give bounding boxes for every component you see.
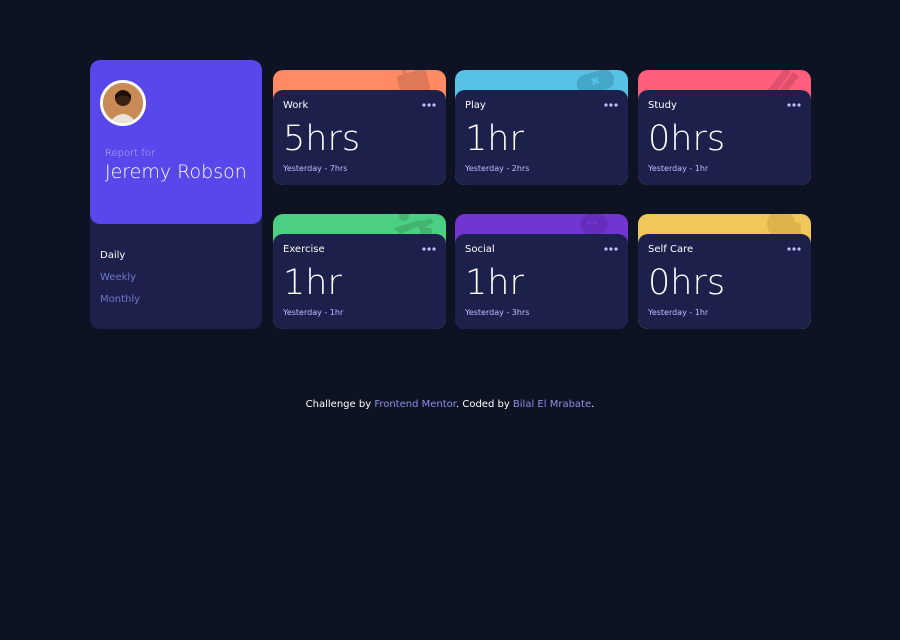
card-study: Study 0hrs Yesterday - 1hr: [638, 70, 811, 185]
card-work: Work 5hrs Yesterday - 7hrs: [273, 70, 446, 185]
current-hours: 0hrs: [648, 119, 726, 159]
current-hours: 1hr: [465, 119, 524, 159]
current-hours: 5hrs: [283, 119, 361, 159]
ellipsis-icon[interactable]: [422, 245, 436, 253]
time-tracking-dashboard: Report for Jeremy Robson Daily Weekly Mo…: [90, 60, 811, 330]
card-exercise: Exercise 1hr Yesterday - 1hr: [273, 214, 446, 329]
previous-hours: Yesterday - 2hrs: [465, 164, 530, 173]
previous-hours: Yesterday - 1hr: [283, 308, 344, 317]
card-title: Work: [283, 100, 309, 111]
footer-middle: . Coded by: [455, 399, 510, 410]
avatar: [100, 80, 146, 126]
card-body[interactable]: Study 0hrs Yesterday - 1hr: [638, 90, 811, 185]
previous-hours: Yesterday - 7hrs: [283, 164, 348, 173]
period-selector: Daily Weekly Monthly: [100, 249, 140, 315]
profile-header: Report for Jeremy Robson: [90, 60, 262, 224]
footer-suffix: .: [591, 399, 595, 410]
period-monthly[interactable]: Monthly: [100, 293, 140, 315]
card-play: Play 1hr Yesterday - 2hrs: [455, 70, 628, 185]
previous-hours: Yesterday - 3hrs: [465, 308, 530, 317]
card-body[interactable]: Work 5hrs Yesterday - 7hrs: [273, 90, 446, 185]
card-body[interactable]: Social 1hr Yesterday - 3hrs: [455, 234, 628, 329]
card-title: Social: [465, 244, 495, 255]
footer-prefix: Challenge by: [305, 399, 372, 410]
current-hours: 0hrs: [648, 263, 726, 303]
ellipsis-icon[interactable]: [604, 101, 618, 109]
attribution-footer: Challenge by Frontend Mentor. Coded by B…: [0, 399, 900, 410]
user-name: Jeremy Robson: [105, 161, 247, 183]
current-hours: 1hr: [283, 263, 342, 303]
card-social: Social 1hr Yesterday - 3hrs: [455, 214, 628, 329]
period-weekly[interactable]: Weekly: [100, 271, 140, 293]
ellipsis-icon[interactable]: [787, 245, 801, 253]
previous-hours: Yesterday - 1hr: [648, 308, 709, 317]
ellipsis-icon[interactable]: [604, 245, 618, 253]
ellipsis-icon[interactable]: [787, 101, 801, 109]
card-body[interactable]: Exercise 1hr Yesterday - 1hr: [273, 234, 446, 329]
card-title: Play: [465, 100, 486, 111]
author-link[interactable]: Bilal El Mrabate: [513, 399, 591, 410]
card-body[interactable]: Play 1hr Yesterday - 2hrs: [455, 90, 628, 185]
card-self-care: Self Care 0hrs Yesterday - 1hr: [638, 214, 811, 329]
profile-card: Report for Jeremy Robson Daily Weekly Mo…: [90, 60, 262, 329]
card-title: Study: [648, 100, 677, 111]
current-hours: 1hr: [465, 263, 524, 303]
report-for-label: Report for: [105, 148, 156, 159]
previous-hours: Yesterday - 1hr: [648, 164, 709, 173]
period-daily[interactable]: Daily: [100, 249, 140, 271]
card-body[interactable]: Self Care 0hrs Yesterday - 1hr: [638, 234, 811, 329]
ellipsis-icon[interactable]: [422, 101, 436, 109]
card-title: Self Care: [648, 244, 694, 255]
frontend-mentor-link[interactable]: Frontend Mentor: [374, 399, 456, 410]
card-title: Exercise: [283, 244, 325, 255]
